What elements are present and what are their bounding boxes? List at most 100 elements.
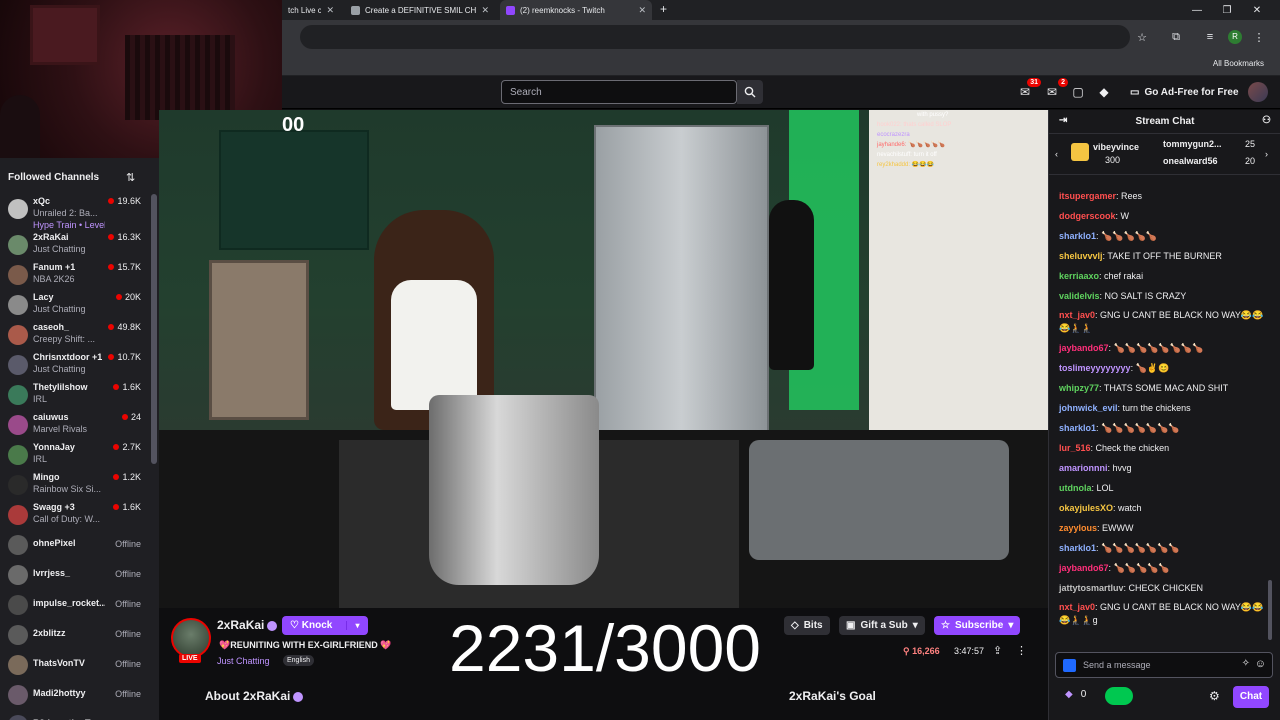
media-icon[interactable]: ≡ xyxy=(1202,29,1218,45)
go-ad-free-button[interactable]: ▭ Go Ad-Free for Free xyxy=(1122,81,1247,103)
claim-bonus-button[interactable] xyxy=(1105,687,1133,705)
sidebar-channel[interactable]: caiuwus Marvel Rivals 24 xyxy=(0,410,159,440)
sidebar-scrollbar[interactable] xyxy=(151,194,157,464)
chat-username[interactable]: lur_516 xyxy=(1059,443,1091,453)
profile-avatar[interactable]: R xyxy=(1228,30,1242,44)
gifter-name[interactable]: vibeyvince xyxy=(1093,142,1139,152)
sidebar-channel[interactable]: lvrrjess_ Offline xyxy=(0,560,159,590)
chat-bubble-icon[interactable]: ▢ xyxy=(1070,84,1086,100)
sidebar-channel[interactable]: Thetylilshow IRL 1.6K xyxy=(0,380,159,410)
chat-send-button[interactable]: Chat xyxy=(1233,686,1269,708)
minimize-icon[interactable]: — xyxy=(1182,0,1212,20)
search-button[interactable] xyxy=(737,80,763,104)
chat-message: nxt_jav0: GNG U CANT BE BLACK NO WAY😂😂😂🧎… xyxy=(1059,306,1264,338)
search-input[interactable]: Search xyxy=(501,80,737,104)
chat-username[interactable]: toslimeyyyyyyyy xyxy=(1059,363,1131,373)
followed-channels-sidebar: Followed Channels ⇅ xQc Unrailed 2: Ba...… xyxy=(0,158,159,720)
sidebar-channel[interactable]: YonnaJay IRL 2.7K xyxy=(0,440,159,470)
sidebar-channel[interactable]: impulse_rocket... Offline xyxy=(0,590,159,620)
close-icon[interactable]: ✕ xyxy=(326,5,334,16)
gift-sub-button[interactable]: ▣ Gift a Sub ▾ xyxy=(839,616,925,635)
gear-icon[interactable]: ⚙ xyxy=(1209,689,1220,703)
bits-cheer-icon[interactable]: ✧ xyxy=(1242,658,1250,669)
browser-tab-active[interactable]: (2) reemknocks - Twitch ✕ xyxy=(500,0,652,20)
gifter-name[interactable]: tommygun2... xyxy=(1163,139,1222,149)
category-link[interactable]: Just Chatting xyxy=(217,656,270,666)
all-bookmarks-link[interactable]: All Bookmarks xyxy=(1213,59,1264,68)
bookmark-star-icon[interactable]: ☆ xyxy=(1134,29,1150,45)
video-player[interactable]: 00 with pussy? hook022: thats called SLO… xyxy=(159,110,1048,608)
knock-button[interactable]: ♡ Knock ▾ xyxy=(282,616,368,635)
browser-tab[interactable]: tch Live c ✕ xyxy=(282,0,340,20)
chat-username[interactable]: jaybando67 xyxy=(1059,563,1109,573)
bits-button[interactable]: ◇ Bits xyxy=(784,616,830,635)
sidebar-channel[interactable]: Fanum +1 NBA 2K26 15.7K xyxy=(0,260,159,290)
chat-text: 🍗🍗🍗🍗🍗🍗🍗 xyxy=(1101,423,1180,433)
window-close-icon[interactable]: ✕ xyxy=(1242,0,1272,20)
sidebar-channel[interactable]: Mingo Rainbow Six Si... 1.2K xyxy=(0,470,159,500)
language-tag[interactable]: English xyxy=(283,655,314,666)
sort-icon[interactable]: ⇅ xyxy=(126,171,135,184)
chat-username[interactable]: nxt_jav0 xyxy=(1059,310,1095,320)
chat-username[interactable]: utdnola xyxy=(1059,483,1092,493)
chat-username[interactable]: itsupergamer xyxy=(1059,191,1116,201)
user-avatar[interactable] xyxy=(1248,82,1268,102)
address-bar[interactable] xyxy=(300,25,1130,49)
chat-username[interactable]: amarionnni xyxy=(1059,463,1108,473)
chat-username[interactable]: dodgerscook xyxy=(1059,211,1116,221)
channel-points[interactable]: ◆ 0 xyxy=(1065,689,1086,700)
close-icon[interactable]: ✕ xyxy=(638,5,646,16)
sidebar-channel[interactable]: Swagg +3 Call of Duty: W... 1.6K xyxy=(0,500,159,530)
sidebar-channel[interactable]: Lacy Just Chatting 20K xyxy=(0,290,159,320)
subscribe-button[interactable]: ☆ Subscribe ▾ xyxy=(934,616,1021,635)
browser-menu-icon[interactable]: ⋮ xyxy=(1251,29,1267,45)
chat-username[interactable]: validelvis xyxy=(1059,291,1100,301)
sidebar-channel[interactable]: R3demptionTOffline xyxy=(0,710,159,720)
chat-input[interactable]: Send a message ✧ ☺ xyxy=(1055,652,1273,678)
emote-picker-icon[interactable]: ☺ xyxy=(1255,658,1266,670)
chat-username[interactable]: johnwick_evil xyxy=(1059,403,1118,413)
chat-username[interactable]: sharklo1 xyxy=(1059,423,1096,433)
sidebar-channel[interactable]: Madi2hottyy Offline xyxy=(0,680,159,710)
chat-username[interactable]: sharklo1 xyxy=(1059,543,1096,553)
chat-scrollbar[interactable] xyxy=(1268,580,1272,640)
sidebar-channel[interactable]: ThatsVonTV Offline xyxy=(0,650,159,680)
browser-tab[interactable]: Create a DEFINITIVE SMIL CHAR ✕ xyxy=(345,0,495,20)
share-icon[interactable]: ⇪ xyxy=(993,644,1002,657)
maximize-icon[interactable]: ❐ xyxy=(1212,0,1242,20)
streamer-name[interactable]: 2xRaKai xyxy=(217,618,278,632)
inbox-icon[interactable]: ✉ 31 xyxy=(1017,78,1041,100)
community-icon[interactable]: ⚇ xyxy=(1262,115,1271,126)
chat-username[interactable]: okayjulesXO xyxy=(1059,503,1113,513)
chat-username[interactable]: sharklo1 xyxy=(1059,231,1096,241)
chat-username[interactable]: whipzy77 xyxy=(1059,383,1099,393)
extensions-icon[interactable]: ⧉ xyxy=(1168,29,1184,45)
crown-icon[interactable]: ◆ xyxy=(1096,84,1112,100)
close-icon[interactable]: ✕ xyxy=(481,5,489,16)
chat-username[interactable]: sheluvvvlj xyxy=(1059,251,1103,261)
new-tab-icon[interactable]: + xyxy=(660,2,667,16)
chevron-down-icon[interactable]: ▾ xyxy=(346,621,368,630)
whispers-icon[interactable]: ✉ 2 xyxy=(1044,78,1068,100)
sidebar-channel[interactable]: 2xRaKai Just Chatting 16.3K xyxy=(0,230,159,260)
chevron-left-icon[interactable]: ‹ xyxy=(1055,149,1058,159)
chat-username[interactable]: nxt_jav0 xyxy=(1059,602,1095,612)
gifter-name[interactable]: onealward56 xyxy=(1163,156,1218,166)
kitchen-cabinet xyxy=(219,130,369,250)
chat-badge-icon[interactable] xyxy=(1063,659,1076,672)
chat-username[interactable]: zayylous xyxy=(1059,523,1097,533)
sidebar-channel[interactable]: 2xblitzz Offline xyxy=(0,620,159,650)
chat-username[interactable]: kerriaaxo xyxy=(1059,271,1099,281)
sidebar-channel[interactable]: xQc Unrailed 2: Ba... Hype Train • Level 2… xyxy=(0,194,159,230)
sidebar-channel[interactable]: Chrisnxtdoor +1 Just Chatting 10.7K xyxy=(0,350,159,380)
viewer-count-text: 16,266 xyxy=(912,646,940,656)
sidebar-channel[interactable]: ohnePixel Offline xyxy=(0,530,159,560)
more-options-icon[interactable]: ⋮ xyxy=(1016,644,1027,657)
chat-username[interactable]: jaybando67 xyxy=(1059,343,1109,353)
streamer-avatar[interactable] xyxy=(171,618,211,658)
sidebar-channel[interactable]: caseoh_ Creepy Shift: ... 49.8K xyxy=(0,320,159,350)
chat-username[interactable]: jattytosmartluv xyxy=(1059,583,1124,593)
channel-avatar xyxy=(8,385,28,405)
collapse-chat-icon[interactable]: ⇥ xyxy=(1059,115,1067,126)
chevron-right-icon[interactable]: › xyxy=(1265,149,1268,159)
